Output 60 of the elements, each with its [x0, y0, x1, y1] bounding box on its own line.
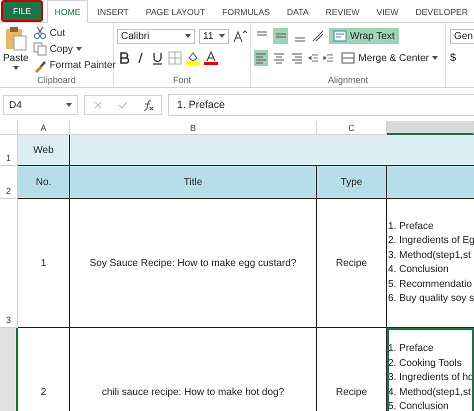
ribbon-tab[interactable]: PAGE LAYOUT — [138, 0, 213, 22]
table-cell: Recipe — [317, 199, 387, 328]
paste-label[interactable]: Paste — [3, 53, 29, 64]
grow-font-icon[interactable] — [233, 29, 247, 43]
ribbon-tab[interactable]: DEVELOPER — [408, 0, 474, 22]
wrap-icon[interactable] — [333, 29, 347, 43]
middle-align-icon[interactable] — [273, 28, 288, 44]
column-header[interactable]: C — [317, 121, 387, 135]
copy-icon[interactable] — [32, 42, 47, 56]
header-cell: Type — [317, 166, 387, 199]
ribbon-tab[interactable]: HOME — [47, 0, 88, 23]
ribbon-tab[interactable]: REVIEW — [318, 0, 367, 22]
font-color-icon[interactable] — [204, 51, 218, 65]
table-cell: Soy Sauce Recipe: How to make egg custard? — [70, 199, 317, 328]
cut-label[interactable]: Cut — [50, 28, 66, 39]
file-tab[interactable]: FILE — [1, 0, 44, 22]
wrap-text-button[interactable]: Wrap Text — [329, 28, 399, 44]
brush-icon[interactable] — [32, 58, 47, 73]
caret-icon — [185, 34, 191, 38]
column-header[interactable]: A — [18, 121, 70, 135]
fill-color-icon[interactable] — [186, 51, 200, 65]
align-left-icon[interactable] — [254, 50, 268, 66]
paste-icon[interactable] — [4, 25, 28, 51]
currency-button[interactable]: $ — [450, 52, 456, 64]
orientation-icon[interactable] — [311, 29, 325, 43]
ribbon-tab[interactable]: VIEW — [368, 0, 406, 22]
underline-icon[interactable] — [151, 51, 164, 65]
ribbon-tab[interactable]: DATA — [279, 0, 316, 22]
merge-icon[interactable] — [341, 51, 356, 65]
merge-center-button[interactable]: Merge & Center — [337, 50, 442, 66]
caret-icon — [432, 56, 438, 60]
group-label: Font — [172, 74, 192, 87]
number-format-field[interactable]: Gen — [450, 28, 474, 44]
table-cell: Web — [18, 135, 70, 166]
caret-icon — [12, 66, 19, 70]
row-header[interactable]: 3 — [0, 199, 18, 328]
formula-field[interactable]: 1. Preface — [168, 94, 474, 116]
format-painter-label[interactable]: Format Painter — [50, 60, 116, 72]
font-name-field[interactable]: Calibri — [117, 28, 195, 44]
row-header[interactable]: 2 — [0, 166, 18, 199]
header-cell: No. — [18, 166, 70, 199]
copy-label[interactable]: Copy — [50, 44, 73, 55]
ribbon-tab[interactable]: FORMULAS — [214, 0, 278, 22]
name-box[interactable]: D4 — [3, 95, 78, 115]
font-size-field[interactable]: 11 — [199, 28, 229, 44]
column-header[interactable] — [387, 121, 474, 135]
caret-icon — [76, 47, 82, 52]
check-icon[interactable] — [116, 99, 128, 111]
group-label: Alignment — [326, 74, 370, 87]
scissors-icon[interactable] — [32, 26, 47, 40]
table-cell: 1 — [18, 199, 70, 328]
bold-icon[interactable] — [117, 51, 130, 65]
caret-icon — [66, 103, 72, 107]
ribbon-tab[interactable]: INSERT — [90, 0, 136, 22]
row-header[interactable]: 1 — [0, 135, 18, 166]
caret-icon — [219, 34, 225, 38]
function-icon[interactable] — [142, 98, 154, 112]
column-header[interactable]: B — [70, 121, 317, 135]
header-cell: Title — [70, 166, 317, 199]
group-label: Clipboard — [36, 74, 77, 87]
